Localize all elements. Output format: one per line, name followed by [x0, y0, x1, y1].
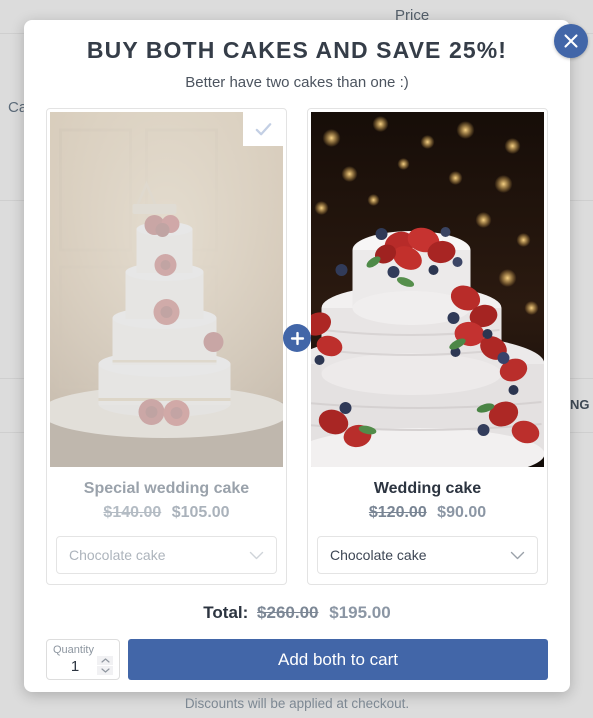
total-label: Total:	[203, 603, 249, 622]
product-image-left[interactable]	[50, 112, 283, 467]
product-new-price: $90.00	[437, 504, 487, 521]
chevron-up-icon	[100, 658, 110, 663]
variant-select-left[interactable]: Chocolate cake	[56, 536, 277, 574]
quantity-inner	[53, 656, 113, 676]
action-row: Quantity Add both to car	[46, 639, 548, 681]
product-image-right[interactable]	[311, 112, 544, 467]
page-title: BUY BOTH CAKES AND SAVE 25%!	[86, 37, 508, 63]
product-old-price: $120.00	[368, 504, 427, 521]
product-old-price: $140.00	[103, 504, 162, 521]
selected-badge	[243, 112, 283, 146]
berry-cake-image	[311, 112, 544, 467]
product-card-right[interactable]: Wedding cake $120.00 $90.00 Chocolate ca…	[307, 108, 548, 585]
quantity-decrement-button[interactable]	[97, 666, 113, 676]
variant-value: Chocolate cake	[330, 547, 427, 563]
product-name: Wedding cake	[373, 480, 482, 497]
combine-badge	[283, 324, 311, 352]
product-pair: Special wedding cake $140.00 $105.00 Cho…	[46, 108, 548, 585]
discount-footnote: Discounts will be applied at checkout.	[184, 696, 410, 712]
product-name: Special wedding cake	[83, 480, 250, 497]
total-row: Total: $260.00 $195.00	[46, 603, 548, 623]
wedding-cake-roses-image	[50, 112, 283, 467]
total-old-price: $260.00	[257, 603, 319, 622]
variant-select-right[interactable]: Chocolate cake	[317, 536, 538, 574]
bundle-offer-modal: BUY BOTH CAKES AND SAVE 25%! Better have…	[24, 20, 588, 711]
chevron-down-icon	[249, 551, 264, 559]
quantity-label: Quantity	[53, 644, 94, 656]
variant-value: Chocolate cake	[69, 547, 166, 563]
product-price-row: $140.00 $105.00	[50, 504, 283, 522]
quantity-stepper[interactable]: Quantity	[46, 639, 120, 681]
product-card-left[interactable]: Special wedding cake $140.00 $105.00 Cho…	[46, 108, 287, 585]
quantity-spinner	[97, 656, 113, 676]
total-new-price: $195.00	[329, 603, 391, 622]
quantity-increment-button[interactable]	[97, 656, 113, 666]
background-right-text: NG	[570, 397, 590, 412]
close-icon	[564, 34, 578, 48]
close-button[interactable]	[554, 24, 588, 58]
modal-subtitle: Better have two cakes than one :)	[185, 74, 409, 91]
add-both-to-cart-button[interactable]: Add both to cart	[128, 639, 548, 681]
quantity-input[interactable]	[53, 657, 97, 675]
plus-icon	[290, 331, 304, 345]
check-icon	[255, 122, 271, 135]
chevron-down-icon	[100, 668, 110, 673]
chevron-down-icon	[510, 551, 525, 559]
product-new-price: $105.00	[171, 504, 230, 521]
product-price-row: $120.00 $90.00	[311, 504, 544, 522]
